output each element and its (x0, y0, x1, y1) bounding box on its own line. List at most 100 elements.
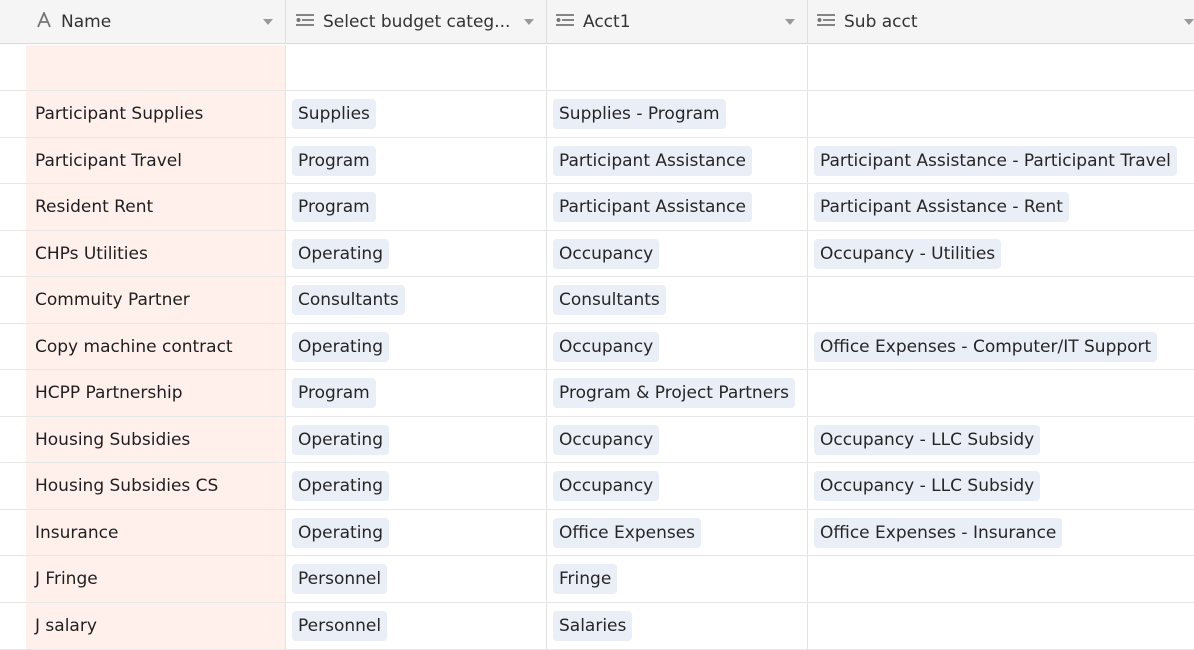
table-row[interactable]: Insurance Operating Office Expenses Office … (0, 510, 1194, 556)
cell-budget-category[interactable]: Personnel (286, 603, 547, 649)
table-row[interactable] (0, 45, 1194, 91)
cell-name[interactable]: Housing Subsidies CS (26, 463, 286, 509)
cell-budget-category[interactable]: Operating (286, 417, 547, 462)
cell-budget-category[interactable]: Operating (286, 463, 547, 509)
cell-sub-acct[interactable] (808, 45, 1194, 90)
row-gutter[interactable] (0, 603, 26, 649)
table-row[interactable]: J Fringe Personnel Fringe (0, 556, 1194, 603)
cell-name[interactable]: Copy machine contract (26, 324, 286, 369)
row-gutter[interactable] (0, 91, 26, 137)
table-row[interactable]: Commuity Partner Consultants Consultants (0, 277, 1194, 324)
cell-name[interactable]: Participant Travel (26, 138, 286, 183)
cell-budget-category[interactable]: Program (286, 370, 547, 416)
cell-name[interactable]: Resident Rent (26, 184, 286, 230)
cell-acct1[interactable]: Salaries (547, 603, 808, 649)
cell-acct1[interactable]: Participant Assistance (547, 138, 808, 183)
record-name: Resident Rent (35, 197, 154, 217)
column-header-name[interactable]: Name (26, 0, 286, 44)
cell-name[interactable]: Insurance (26, 510, 286, 555)
cell-sub-acct[interactable] (808, 556, 1194, 602)
chevron-down-icon[interactable] (524, 19, 534, 25)
cell-acct1[interactable] (547, 45, 808, 90)
row-gutter[interactable] (0, 184, 26, 230)
select-option-pill: Salaries (553, 611, 633, 641)
table-row[interactable]: Housing Subsidies Operating Occupancy Occup… (0, 417, 1194, 463)
row-gutter[interactable] (0, 324, 26, 369)
single-select-field-icon (556, 12, 574, 32)
cell-acct1[interactable]: Occupancy (547, 463, 808, 509)
cell-sub-acct[interactable]: Participant Assistance - Participant Tra… (808, 138, 1194, 183)
table-row[interactable]: Resident Rent Program Participant Assistan… (0, 184, 1194, 231)
record-name: Copy machine contract (35, 336, 233, 357)
cell-budget-category[interactable]: Program (286, 138, 547, 183)
cell-budget-category[interactable]: Personnel (286, 556, 547, 602)
row-gutter[interactable] (0, 45, 26, 90)
select-option-pill: Personnel (292, 564, 388, 594)
cell-sub-acct[interactable]: Office Expenses - Computer/IT Support (808, 324, 1194, 369)
column-header-sub-acct[interactable]: Sub acct (808, 0, 1194, 44)
cell-name[interactable]: J salary (26, 603, 286, 649)
cell-acct1[interactable]: Supplies - Program (547, 91, 808, 137)
cell-acct1[interactable]: Occupancy (547, 417, 808, 462)
cell-sub-acct[interactable]: Participant Assistance - Rent (808, 184, 1194, 230)
column-header-budget-category[interactable]: Select budget categ... (286, 0, 547, 44)
table-row[interactable]: Housing Subsidies CS Operating Occupancy Oc… (0, 463, 1194, 510)
cell-sub-acct[interactable] (808, 370, 1194, 416)
cell-acct1[interactable]: Occupancy (547, 231, 808, 276)
record-name: Insurance (35, 522, 119, 543)
column-header-acct1[interactable]: Acct1 (547, 0, 808, 44)
record-name: Housing Subsidies CS (35, 476, 219, 496)
select-option-pill: Occupancy (553, 424, 660, 455)
cell-name[interactable]: J Fringe (26, 556, 286, 602)
row-gutter[interactable] (0, 370, 26, 416)
row-gutter[interactable] (0, 231, 26, 276)
table-row[interactable]: HCPP Partnership Program Program & Project… (0, 370, 1194, 417)
cell-name[interactable]: Participant Supplies (26, 91, 286, 137)
cell-budget-category[interactable]: Program (286, 184, 547, 230)
cell-acct1[interactable]: Program & Project Partners (547, 370, 808, 416)
cell-name[interactable]: CHPs Utilities (26, 231, 286, 276)
table-row[interactable]: Participant Supplies Supplies Supplies - P… (0, 91, 1194, 138)
row-gutter[interactable] (0, 417, 26, 462)
table-row[interactable]: CHPs Utilities Operating Occupancy Occupanc… (0, 231, 1194, 277)
row-gutter[interactable] (0, 138, 26, 183)
record-name: CHPs Utilities (35, 243, 148, 264)
cell-name[interactable]: Commuity Partner (26, 277, 286, 323)
cell-name[interactable] (26, 45, 286, 90)
cell-sub-acct[interactable]: Occupancy - LLC Subsidy (808, 417, 1194, 462)
cell-sub-acct[interactable]: Office Expenses - Insurance (808, 510, 1194, 555)
select-option-pill: Office Expenses - Computer/IT Support (814, 331, 1158, 362)
cell-acct1[interactable]: Fringe (547, 556, 808, 602)
cell-budget-category[interactable] (286, 45, 547, 90)
cell-acct1[interactable]: Consultants (547, 277, 808, 323)
row-gutter[interactable] (0, 463, 26, 509)
row-gutter[interactable] (0, 277, 26, 323)
chevron-down-icon[interactable] (263, 19, 273, 25)
row-gutter[interactable] (0, 556, 26, 602)
table-row[interactable]: Copy machine contract Operating Occupancy O… (0, 324, 1194, 370)
cell-budget-category[interactable]: Consultants (286, 277, 547, 323)
cell-budget-category[interactable]: Operating (286, 324, 547, 369)
select-option-pill: Program & Project Partners (553, 378, 795, 408)
cell-sub-acct[interactable] (808, 91, 1194, 137)
cell-sub-acct[interactable] (808, 277, 1194, 323)
cell-acct1[interactable]: Occupancy (547, 324, 808, 369)
select-option-pill: Participant Assistance - Participant Tra… (814, 145, 1177, 176)
row-gutter[interactable] (0, 510, 26, 555)
chevron-down-icon[interactable] (1184, 19, 1194, 25)
cell-budget-category[interactable]: Operating (286, 231, 547, 276)
cell-budget-category[interactable]: Supplies (286, 91, 547, 137)
cell-name[interactable]: HCPP Partnership (26, 370, 286, 416)
table-row[interactable]: Participant Travel Program Participant Ass… (0, 138, 1194, 184)
select-option-pill: Occupancy - Utilities (814, 238, 1002, 269)
cell-acct1[interactable]: Office Expenses (547, 510, 808, 555)
cell-sub-acct[interactable] (808, 603, 1194, 649)
chevron-down-icon[interactable] (785, 19, 795, 25)
cell-acct1[interactable]: Participant Assistance (547, 184, 808, 230)
select-option-pill: Operating (292, 517, 389, 548)
cell-name[interactable]: Housing Subsidies (26, 417, 286, 462)
cell-sub-acct[interactable]: Occupancy - Utilities (808, 231, 1194, 276)
cell-budget-category[interactable]: Operating (286, 510, 547, 555)
record-name: Participant Travel (35, 150, 182, 171)
cell-sub-acct[interactable]: Occupancy - LLC Subsidy (808, 463, 1194, 509)
